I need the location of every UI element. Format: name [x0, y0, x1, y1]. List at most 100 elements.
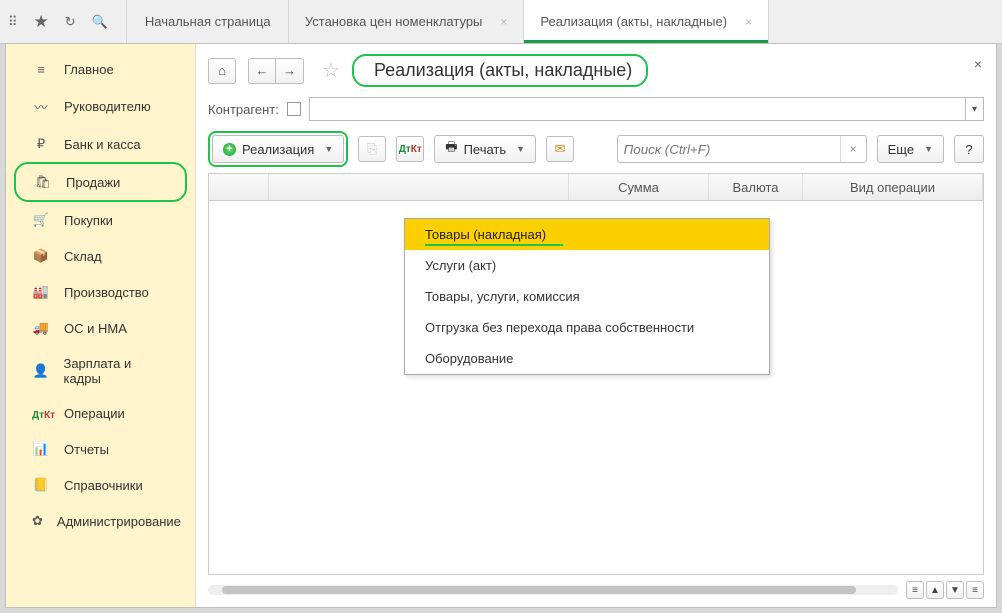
chevron-down-icon[interactable]: ▾: [965, 98, 983, 120]
cart-icon: 🛒: [32, 212, 50, 228]
realize-dropdown: Товары (накладная) Услуги (акт) Товары, …: [404, 218, 770, 375]
more-button[interactable]: Еще ▼: [877, 135, 944, 163]
table-header-currency[interactable]: Валюта: [709, 174, 803, 200]
sidebar-item-bank[interactable]: ₽ Банк и касса: [14, 126, 187, 162]
chart-icon: 📊: [32, 441, 50, 457]
dropdown-item-goods-services[interactable]: Товары, услуги, комиссия: [405, 281, 769, 312]
sidebar-item-sales[interactable]: Продажи: [14, 162, 187, 202]
counterparty-label: Контрагент:: [208, 102, 279, 117]
sidebar-item-admin[interactable]: ✿ Администрирование: [14, 503, 187, 539]
help-button[interactable]: ?: [954, 135, 984, 163]
table-header-sum[interactable]: Сумма: [569, 174, 709, 200]
tab-start-page[interactable]: Начальная страница: [129, 0, 289, 43]
ruble-icon: ₽: [32, 136, 50, 152]
scrollbar-thumb[interactable]: [222, 586, 856, 594]
close-page-button[interactable]: ×: [974, 56, 982, 72]
mail-button[interactable]: [546, 136, 574, 162]
search-input[interactable]: [618, 142, 840, 157]
apps-icon[interactable]: ⠿: [8, 14, 18, 30]
page-title-highlight: Реализация (акты, накладные): [352, 54, 648, 87]
home-button[interactable]: ⌂: [208, 58, 236, 84]
counterparty-checkbox[interactable]: [287, 102, 301, 116]
forward-button[interactable]: →: [276, 58, 304, 84]
sidebar-item-label: Отчеты: [64, 442, 109, 457]
gear-icon: ✿: [32, 513, 43, 529]
sidebar-item-hr[interactable]: 👤 Зарплата и кадры: [14, 346, 187, 396]
dropdown-item-label: Товары (накладная): [425, 227, 546, 242]
tab-realization[interactable]: Реализация (акты, накладные) ×: [524, 0, 769, 43]
realize-button[interactable]: + Реализация ▼: [212, 135, 344, 163]
plus-icon: +: [223, 143, 236, 156]
dropdown-item-label: Услуги (акт): [425, 258, 496, 273]
copy-button[interactable]: ⎘: [358, 136, 386, 162]
tab-label: Установка цен номенклатуры: [305, 14, 483, 29]
box-icon: 📦: [32, 248, 50, 264]
dtkt-icon: ДтКт: [32, 406, 50, 421]
tab-price-set[interactable]: Установка цен номенклатуры ×: [289, 0, 525, 43]
sidebar-item-production[interactable]: 🏭 Производство: [14, 274, 187, 310]
sidebar-item-assets[interactable]: 🚚 ОС и НМА: [14, 310, 187, 346]
dropdown-item-services[interactable]: Услуги (акт): [405, 250, 769, 281]
sidebar-item-guides[interactable]: 📒 Справочники: [14, 467, 187, 503]
pulse-icon: 〰: [32, 97, 50, 116]
dtkt-button[interactable]: ДтКт: [396, 136, 424, 162]
close-icon[interactable]: ×: [500, 15, 507, 29]
table-header-cell[interactable]: [209, 174, 269, 200]
envelope-icon: [555, 141, 566, 157]
tab-label: Реализация (акты, накладные): [540, 14, 727, 29]
sidebar-item-label: Производство: [64, 285, 149, 300]
scroll-last-button[interactable]: ≡: [966, 581, 984, 599]
button-label: Печать: [464, 142, 507, 157]
tab-label: Начальная страница: [145, 14, 271, 29]
dropdown-item-shipment[interactable]: Отгрузка без перехода права собственност…: [405, 312, 769, 343]
scroll-up-button[interactable]: ▲: [926, 581, 944, 599]
button-label: Реализация: [242, 142, 314, 157]
sidebar-item-label: Банк и касса: [64, 137, 141, 152]
highlight-underline: [425, 244, 563, 246]
print-button[interactable]: Печать ▼: [434, 135, 536, 163]
favorites-icon[interactable]: ★: [34, 12, 49, 32]
bag-icon: [34, 174, 52, 190]
factory-icon: 🏭: [32, 284, 50, 300]
truck-icon: 🚚: [32, 320, 50, 336]
search-box: ×: [617, 135, 867, 163]
sidebar-item-warehouse[interactable]: 📦 Склад: [14, 238, 187, 274]
horizontal-scrollbar[interactable]: [208, 585, 898, 595]
scroll-first-button[interactable]: ≡: [906, 581, 924, 599]
sidebar-item-manager[interactable]: 〰 Руководителю: [14, 87, 187, 126]
printer-icon: [445, 138, 457, 160]
person-icon: 👤: [32, 363, 49, 379]
chevron-down-icon: ▼: [516, 144, 525, 154]
sidebar-item-purchases[interactable]: 🛒 Покупки: [14, 202, 187, 238]
table-header-cell[interactable]: [269, 174, 569, 200]
sidebar-item-label: ОС и НМА: [64, 321, 127, 336]
chevron-down-icon: ▼: [924, 144, 933, 154]
sidebar: ≡ Главное 〰 Руководителю ₽ Банк и касса …: [6, 44, 196, 607]
clear-search-button[interactable]: ×: [840, 136, 866, 162]
dropdown-item-label: Товары, услуги, комиссия: [425, 289, 580, 304]
close-icon[interactable]: ×: [745, 15, 752, 29]
dropdown-item-label: Отгрузка без перехода права собственност…: [425, 320, 694, 335]
sidebar-item-label: Операции: [64, 406, 125, 421]
realize-highlight: + Реализация ▼: [208, 131, 348, 167]
history-icon[interactable]: ↻: [65, 14, 76, 30]
sidebar-item-reports[interactable]: 📊 Отчеты: [14, 431, 187, 467]
search-icon[interactable]: 🔍: [92, 14, 108, 30]
sidebar-item-main[interactable]: ≡ Главное: [14, 52, 187, 87]
counterparty-combo[interactable]: ▾: [309, 97, 984, 121]
sidebar-item-label: Главное: [64, 62, 114, 77]
sidebar-item-label: Покупки: [64, 213, 113, 228]
sidebar-item-label: Склад: [64, 249, 102, 264]
dropdown-item-label: Оборудование: [425, 351, 513, 366]
table-header-optype[interactable]: Вид операции: [803, 174, 983, 200]
sidebar-item-operations[interactable]: ДтКт Операции: [14, 396, 187, 431]
sidebar-item-label: Продажи: [66, 175, 120, 190]
book-icon: 📒: [32, 477, 50, 493]
button-label: Еще: [888, 142, 914, 157]
dropdown-item-equipment[interactable]: Оборудование: [405, 343, 769, 374]
back-button[interactable]: ←: [248, 58, 276, 84]
favorite-icon[interactable]: ☆: [322, 58, 340, 83]
sidebar-item-label: Зарплата и кадры: [63, 356, 169, 386]
dropdown-item-goods[interactable]: Товары (накладная): [405, 219, 769, 250]
scroll-down-button[interactable]: ▼: [946, 581, 964, 599]
